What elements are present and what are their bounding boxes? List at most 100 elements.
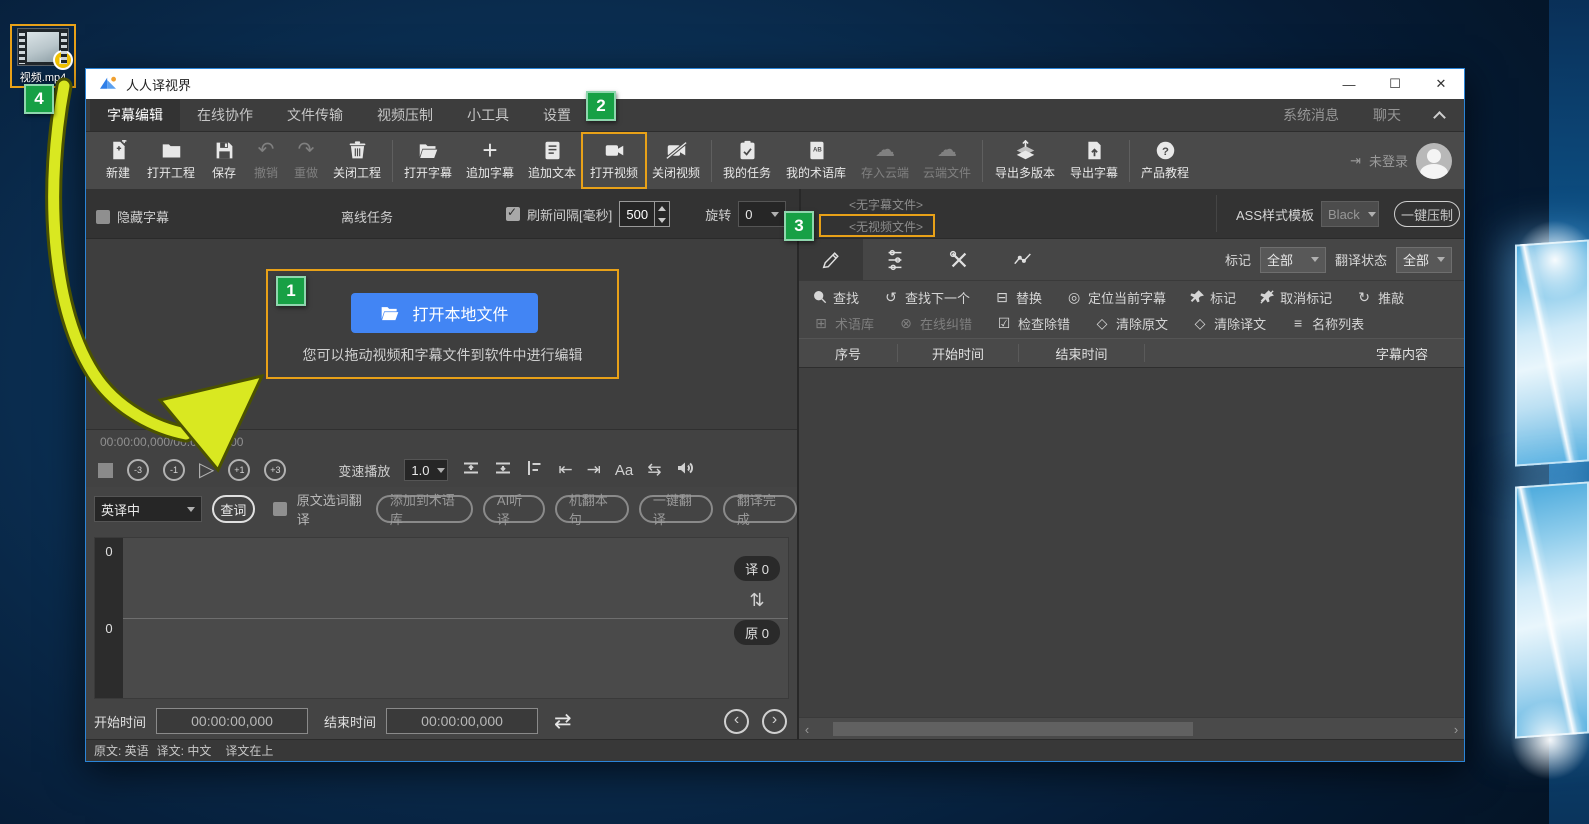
end-time-input[interactable]: 00:00:00,000 xyxy=(386,708,539,734)
translate-status-select[interactable]: 全部 xyxy=(1396,246,1452,273)
maximize-button[interactable]: ☐ xyxy=(1372,69,1418,99)
speed-select[interactable]: 1.0 xyxy=(404,459,449,481)
offline-task-label[interactable]: 离线任务 xyxy=(341,207,393,226)
refresh-interval-spinner[interactable]: 500 xyxy=(619,201,671,227)
save-button[interactable]: 保存 xyxy=(202,134,246,187)
rewind-1s-button[interactable]: -1 xyxy=(163,459,185,481)
collapse-chevron-icon[interactable] xyxy=(1433,110,1446,124)
open-project-button[interactable]: 打开工程 xyxy=(140,134,202,187)
find-button[interactable]: 查找 xyxy=(813,288,859,307)
horizontal-scrollbar[interactable]: ‹ › xyxy=(799,717,1464,739)
select-word-translate-checkbox[interactable] xyxy=(272,502,287,516)
spinner-up-icon[interactable] xyxy=(655,202,669,214)
play-icon[interactable]: ▷ xyxy=(199,460,214,480)
start-time-input[interactable]: 00:00:00,000 xyxy=(156,708,309,734)
locate-current-subtitle-button[interactable]: ◎ 定位当前字幕 xyxy=(1066,288,1166,307)
system-messages-link[interactable]: 系统消息 xyxy=(1283,105,1339,125)
lookup-word-button[interactable]: 查词 xyxy=(211,495,255,523)
scroll-right-icon[interactable]: › xyxy=(1448,718,1464,740)
one-key-compress-button[interactable]: 一键压制 xyxy=(1394,201,1461,227)
close-video-button[interactable]: 关闭视频 xyxy=(645,134,707,187)
spinner-down-icon[interactable] xyxy=(655,214,669,226)
desktop-file-video-mp4[interactable]: ▶ 视频.mp4 xyxy=(10,24,76,88)
play-badge-icon: ▶ xyxy=(53,50,73,70)
swap-source-translation-icon[interactable]: ⇅ xyxy=(750,590,765,611)
unmark-button[interactable]: 取消标记 xyxy=(1260,288,1332,307)
one-key-translate-button[interactable]: 一键翻译 xyxy=(638,493,713,527)
merge-up-icon[interactable] xyxy=(462,459,480,482)
redo-button[interactable]: ↷ 重做 xyxy=(286,134,326,187)
tab-edit[interactable] xyxy=(799,239,863,280)
subtitle-text-editor[interactable]: 0 0 译 0 ⇅ 原 0 xyxy=(94,537,789,699)
close-button[interactable]: ✕ xyxy=(1418,69,1464,99)
menu-tools[interactable]: 小工具 xyxy=(450,99,526,131)
find-next-button[interactable]: ↺ 查找下一个 xyxy=(883,288,970,307)
menu-online-collab[interactable]: 在线协作 xyxy=(180,99,270,131)
refine-button[interactable]: ↻ 推敲 xyxy=(1356,288,1404,307)
check-errors-button[interactable]: ☑ 检查除错 xyxy=(996,314,1070,333)
menu-subtitle-edit[interactable]: 字幕编辑 xyxy=(90,99,180,131)
mark-filter-select[interactable]: 全部 xyxy=(1259,246,1326,273)
scrollbar-thumb[interactable] xyxy=(833,722,1193,736)
cloud-upload-icon: ☁ xyxy=(875,139,895,161)
jump-start-icon[interactable]: ⇤ xyxy=(558,460,572,480)
online-correction-button[interactable]: ⊗ 在线纠错 xyxy=(898,314,972,333)
open-video-button[interactable]: 打开视频 xyxy=(581,132,647,189)
replace-button[interactable]: ⊟ 替换 xyxy=(994,288,1042,307)
merge-down-icon[interactable] xyxy=(494,459,512,482)
mark-button[interactable]: 标记 xyxy=(1190,288,1236,307)
title-bar[interactable]: 人人译视界 — ☐ ✕ xyxy=(86,69,1464,99)
append-subtitle-button[interactable]: + 追加字幕 xyxy=(459,134,521,187)
close-project-button[interactable]: 关闭工程 xyxy=(326,134,388,187)
login-area[interactable]: ⇥ 未登录 xyxy=(1350,132,1452,189)
export-subtitle-button[interactable]: 导出字幕 xyxy=(1063,134,1125,187)
stop-icon[interactable] xyxy=(98,462,113,478)
menu-settings[interactable]: 设置 xyxy=(526,99,588,131)
save-to-cloud-button[interactable]: ☁ 存入云端 xyxy=(854,134,916,187)
rewind-3s-button[interactable]: -3 xyxy=(127,459,149,481)
menu-video-encode[interactable]: 视频压制 xyxy=(360,99,450,131)
tab-adjust[interactable] xyxy=(863,239,927,280)
minimize-button[interactable]: — xyxy=(1326,69,1372,99)
export-multi-version-button[interactable]: 导出多版本 xyxy=(987,134,1063,187)
clear-translation-button[interactable]: ◇ 清除译文 xyxy=(1192,314,1266,333)
rotate-select[interactable]: 0 xyxy=(738,201,787,227)
translate-done-button[interactable]: 翻译完成 xyxy=(722,493,797,527)
language-direction-select[interactable]: 英译中 xyxy=(94,496,202,522)
name-list-button[interactable]: ≡ 名称列表 xyxy=(1290,314,1364,333)
next-subtitle-button[interactable]: › xyxy=(762,708,787,734)
cloud-files-button[interactable]: ☁ 云端文件 xyxy=(916,134,978,187)
add-to-glossary-button[interactable]: 添加到术语库 xyxy=(375,493,473,527)
ass-template-select[interactable]: Black xyxy=(1321,201,1380,227)
my-tasks-button[interactable]: 我的任务 xyxy=(716,134,778,187)
align-icon[interactable] xyxy=(526,459,544,482)
open-local-file-button[interactable]: 打开本地文件 xyxy=(351,293,538,333)
open-subtitle-button[interactable]: 打开字幕 xyxy=(397,134,459,187)
forward-1s-button[interactable]: +1 xyxy=(228,459,251,481)
ai-transcribe-button[interactable]: AI听译 xyxy=(482,493,545,527)
chat-link[interactable]: 聊天 xyxy=(1373,105,1401,125)
undo-button[interactable]: ↶ 撤销 xyxy=(246,134,286,187)
machine-translate-sentence-button[interactable]: 机翻本句 xyxy=(554,493,629,527)
new-button[interactable]: 新建 xyxy=(96,134,140,187)
append-text-button[interactable]: 追加文本 xyxy=(521,134,583,187)
jump-end-icon[interactable]: ⇥ xyxy=(587,460,601,480)
loop-icon[interactable]: ⇄ xyxy=(554,709,572,734)
clear-source-button[interactable]: ◇ 清除原文 xyxy=(1094,314,1168,333)
previous-subtitle-button[interactable]: ‹ xyxy=(724,708,749,734)
glossary-button[interactable]: ⊞ 术语库 xyxy=(813,314,874,333)
refresh-interval-checkbox[interactable] xyxy=(506,205,520,221)
tab-tools[interactable] xyxy=(927,239,991,280)
menu-file-transfer[interactable]: 文件传输 xyxy=(270,99,360,131)
my-glossary-button[interactable]: AB 我的术语库 xyxy=(778,134,854,187)
tab-waveform[interactable] xyxy=(991,239,1055,280)
avatar[interactable] xyxy=(1416,142,1452,179)
hide-subtitle-checkbox[interactable] xyxy=(96,209,110,224)
tutorial-button[interactable]: ? 产品教程 xyxy=(1134,134,1196,187)
font-style-icon[interactable]: Aa xyxy=(615,462,633,479)
scroll-left-icon[interactable]: ‹ xyxy=(799,718,815,740)
volume-icon[interactable] xyxy=(676,459,694,482)
swap-lines-icon[interactable]: ⇆ xyxy=(647,460,661,480)
forward-3s-button[interactable]: +3 xyxy=(264,459,287,481)
subtitle-table-body[interactable] xyxy=(799,368,1464,717)
